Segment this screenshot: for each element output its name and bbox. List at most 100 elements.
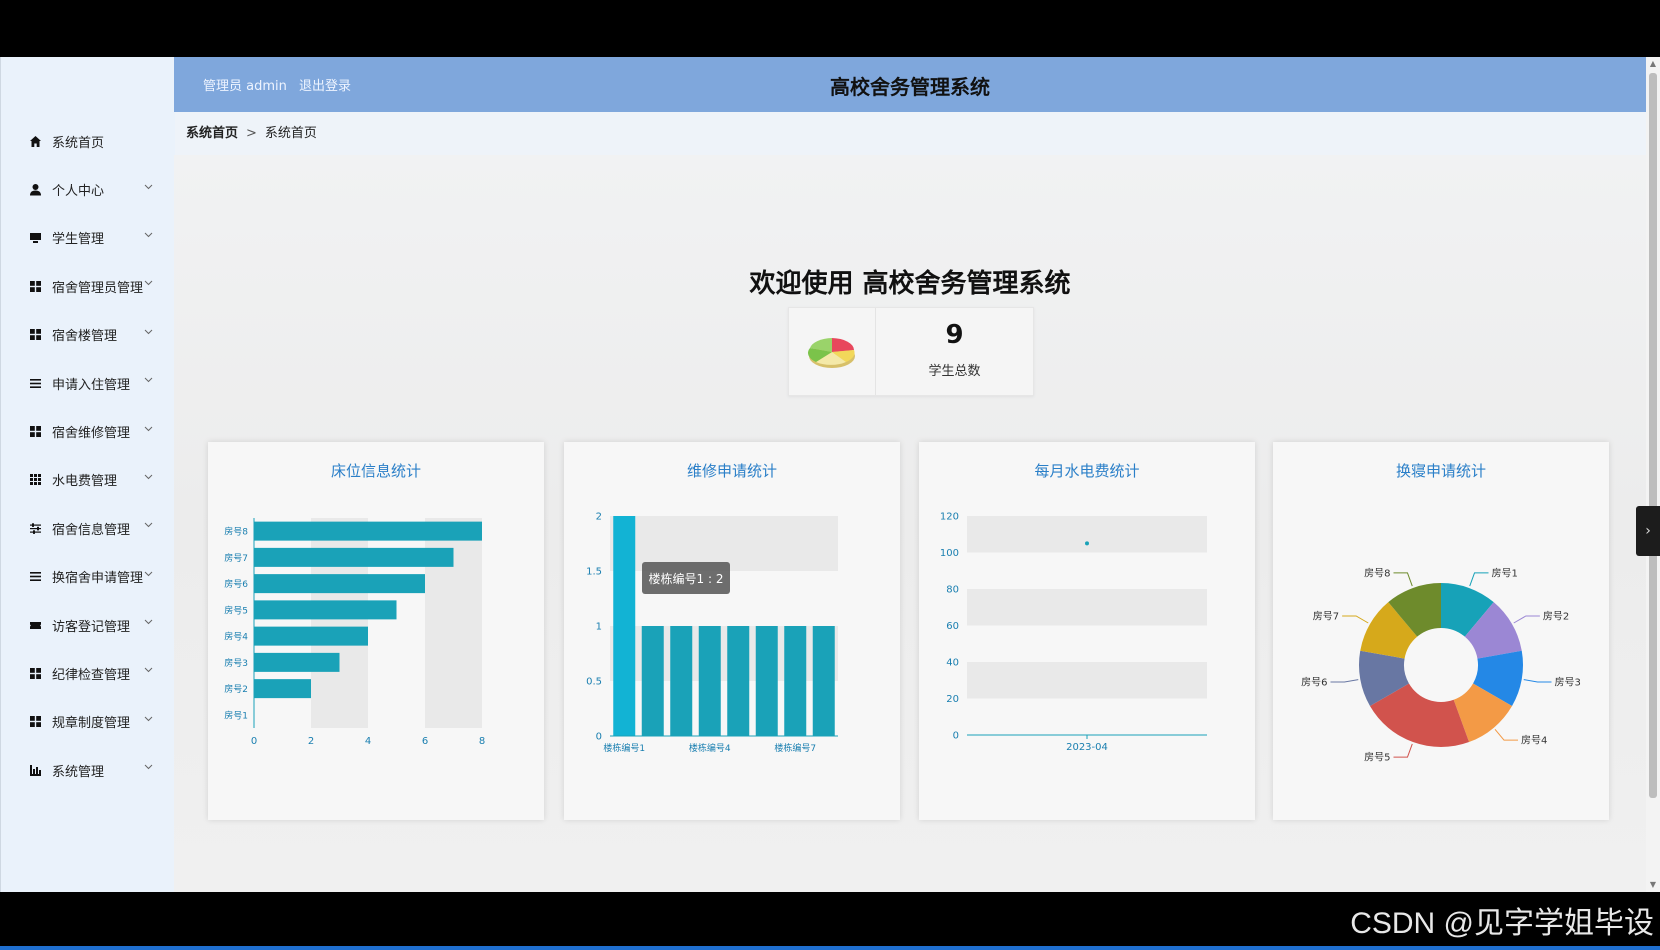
chevron-down-icon xyxy=(144,278,153,289)
bar xyxy=(254,574,425,594)
x-tick-label: 楼栋编号4 xyxy=(689,742,731,754)
sidebar-item-discipline[interactable]: 纪律检查管理 xyxy=(1,649,175,697)
y-tick-label: 房号2 xyxy=(224,683,248,695)
header-bar: 管理员 admin 退出登录 高校舍务管理系统 xyxy=(174,57,1646,112)
bar xyxy=(613,516,636,736)
bed-info-chart-card: 床位信息统计 房号1 房号2 房号3 房号4 房号5 房号6 房号7 房号8 0 2 4 6 8 xyxy=(208,442,544,820)
breadcrumb: 系统首页 > 系统首页 xyxy=(186,122,317,141)
grid-icon xyxy=(28,328,42,342)
grid-icon xyxy=(28,279,42,293)
scroll-down-arrow-icon[interactable]: ▼ xyxy=(1646,878,1660,892)
sidebar-item-dorm-info[interactable]: 宿舍信息管理 xyxy=(1,504,175,552)
chevron-down-icon xyxy=(144,569,153,580)
student-count-label: 学生总数 xyxy=(928,364,981,379)
y-tick-label: 0.5 xyxy=(586,677,602,688)
chevron-down-icon xyxy=(144,714,153,725)
pie-label: 房号4 xyxy=(1521,734,1547,747)
main-content: 欢迎使用 高校舍务管理系统 9 学生总数 床位信息统计 房号1 房号2 房号3 房号4… xyxy=(174,155,1646,892)
pie-label: 房号5 xyxy=(1364,751,1390,764)
sidebar-item-utility-fee[interactable]: 水电费管理 xyxy=(1,456,175,504)
bar xyxy=(670,626,693,736)
y-tick-label: 1 xyxy=(596,622,602,633)
chevron-down-icon xyxy=(144,327,153,338)
bar xyxy=(812,626,835,736)
x-tick-label: 2 xyxy=(308,736,314,747)
bed-info-chart: 房号1 房号2 房号3 房号4 房号5 房号6 房号7 房号8 0 2 4 6 8 xyxy=(224,518,485,747)
scroll-thumb[interactable] xyxy=(1649,73,1657,798)
monitor-icon xyxy=(28,231,42,245)
y-tick-label: 120 xyxy=(940,512,959,523)
list-icon xyxy=(28,570,42,584)
chevron-down-icon xyxy=(144,617,153,628)
watermark: CSDN @见字学姐毕设 xyxy=(1350,907,1654,940)
label-leader-line xyxy=(1513,615,1540,624)
bar xyxy=(254,547,454,567)
sidebar-item-room-change[interactable]: 换宿舍申请管理 xyxy=(1,553,175,601)
y-tick-label: 40 xyxy=(946,658,959,669)
breadcrumb-current: 系统首页 xyxy=(264,126,317,141)
sidebar-item-label: 宿舍信息管理 xyxy=(52,522,131,538)
sidebar-item-rules[interactable]: 规章制度管理 xyxy=(1,698,175,746)
chevron-down-icon xyxy=(144,762,153,773)
sidebar-item-personal-center[interactable]: 个人中心 xyxy=(1,165,175,213)
sidebar-item-student[interactable]: 学生管理 xyxy=(1,214,175,262)
home-icon xyxy=(28,134,42,148)
tooltip-text: 楼栋编号1 : 2 xyxy=(649,571,724,586)
y-tick-label: 房号4 xyxy=(224,631,248,643)
sidebar-item-dorm-building[interactable]: 宿舍楼管理 xyxy=(1,311,175,359)
taskbar-progress-line xyxy=(0,946,1660,950)
label-leader-line xyxy=(1330,679,1359,683)
vertical-scrollbar[interactable]: ▲ ▼ xyxy=(1646,57,1660,892)
sidebar-item-repair[interactable]: 宿舍维修管理 xyxy=(1,407,175,455)
room-change-chart: 房号1 房号2 房号3 房号4 房号5 房号6 房号7 房号8 xyxy=(1301,566,1581,764)
grid-band xyxy=(967,589,1207,626)
label-leader-line xyxy=(1494,729,1518,741)
chevron-down-icon xyxy=(144,424,153,435)
grid-icon xyxy=(28,666,42,680)
sidebar-item-label: 宿舍维修管理 xyxy=(52,426,131,442)
grid-band xyxy=(967,662,1207,699)
y-tick-label: 房号6 xyxy=(224,578,248,590)
scroll-up-arrow-icon[interactable]: ▲ xyxy=(1646,57,1660,71)
label-leader-line xyxy=(1393,743,1413,758)
pie-label: 房号2 xyxy=(1543,610,1569,623)
chevron-right-icon[interactable]: › xyxy=(1636,506,1660,556)
x-tick-label: 4 xyxy=(365,736,371,747)
bar xyxy=(254,679,311,699)
pie-label: 房号3 xyxy=(1555,676,1581,689)
sidebar-item-system[interactable]: 系统管理 xyxy=(1,746,175,794)
sidebar-item-checkin-apply[interactable]: 申请入住管理 xyxy=(1,359,175,407)
pie-chart-icon xyxy=(789,308,876,395)
bar xyxy=(727,626,750,736)
bar xyxy=(641,626,664,736)
pie-label: 房号1 xyxy=(1492,566,1518,579)
grid9-icon xyxy=(28,473,42,487)
pie-label: 房号8 xyxy=(1364,566,1390,579)
grid-icon xyxy=(28,715,42,729)
chevron-down-icon xyxy=(144,472,153,483)
repair-chart: 0 0.5 1 1.5 2 楼栋编号1 楼栋编号4 楼栋编号7 楼栋编号1 : 2 xyxy=(586,512,838,754)
student-count-value: 9 xyxy=(945,320,964,350)
chevron-down-icon xyxy=(144,520,153,531)
chart-title: 换寝申请统计 xyxy=(1395,462,1486,480)
x-tick-label: 楼栋编号7 xyxy=(774,742,816,754)
sidebar-item-label: 宿舍管理员管理 xyxy=(52,280,144,296)
sidebar-item-label: 纪律检查管理 xyxy=(52,667,131,683)
y-tick-label: 房号7 xyxy=(224,552,248,564)
sidebar-item-dorm-admin[interactable]: 宿舍管理员管理 xyxy=(1,262,175,310)
sidebar-item-home[interactable]: 系统首页 xyxy=(1,117,175,165)
ticket-icon xyxy=(28,618,42,632)
utility-fee-chart-card: 每月水电费统计 0 20 40 60 80 100 120 2023-04 xyxy=(919,442,1255,820)
chart-icon xyxy=(28,763,42,777)
y-tick-label: 1.5 xyxy=(586,567,602,578)
pie-label: 房号6 xyxy=(1301,676,1327,689)
bar xyxy=(254,600,397,620)
welcome-heading: 欢迎使用 高校舍务管理系统 xyxy=(749,269,1071,299)
sidebar-item-visitor[interactable]: 访客登记管理 xyxy=(1,601,175,649)
breadcrumb-separator: > xyxy=(246,126,257,141)
y-tick-label: 100 xyxy=(940,548,959,559)
y-tick-label: 20 xyxy=(946,694,959,705)
bar xyxy=(254,652,340,672)
x-tick-label: 8 xyxy=(479,736,485,747)
breadcrumb-home[interactable]: 系统首页 xyxy=(186,126,238,141)
